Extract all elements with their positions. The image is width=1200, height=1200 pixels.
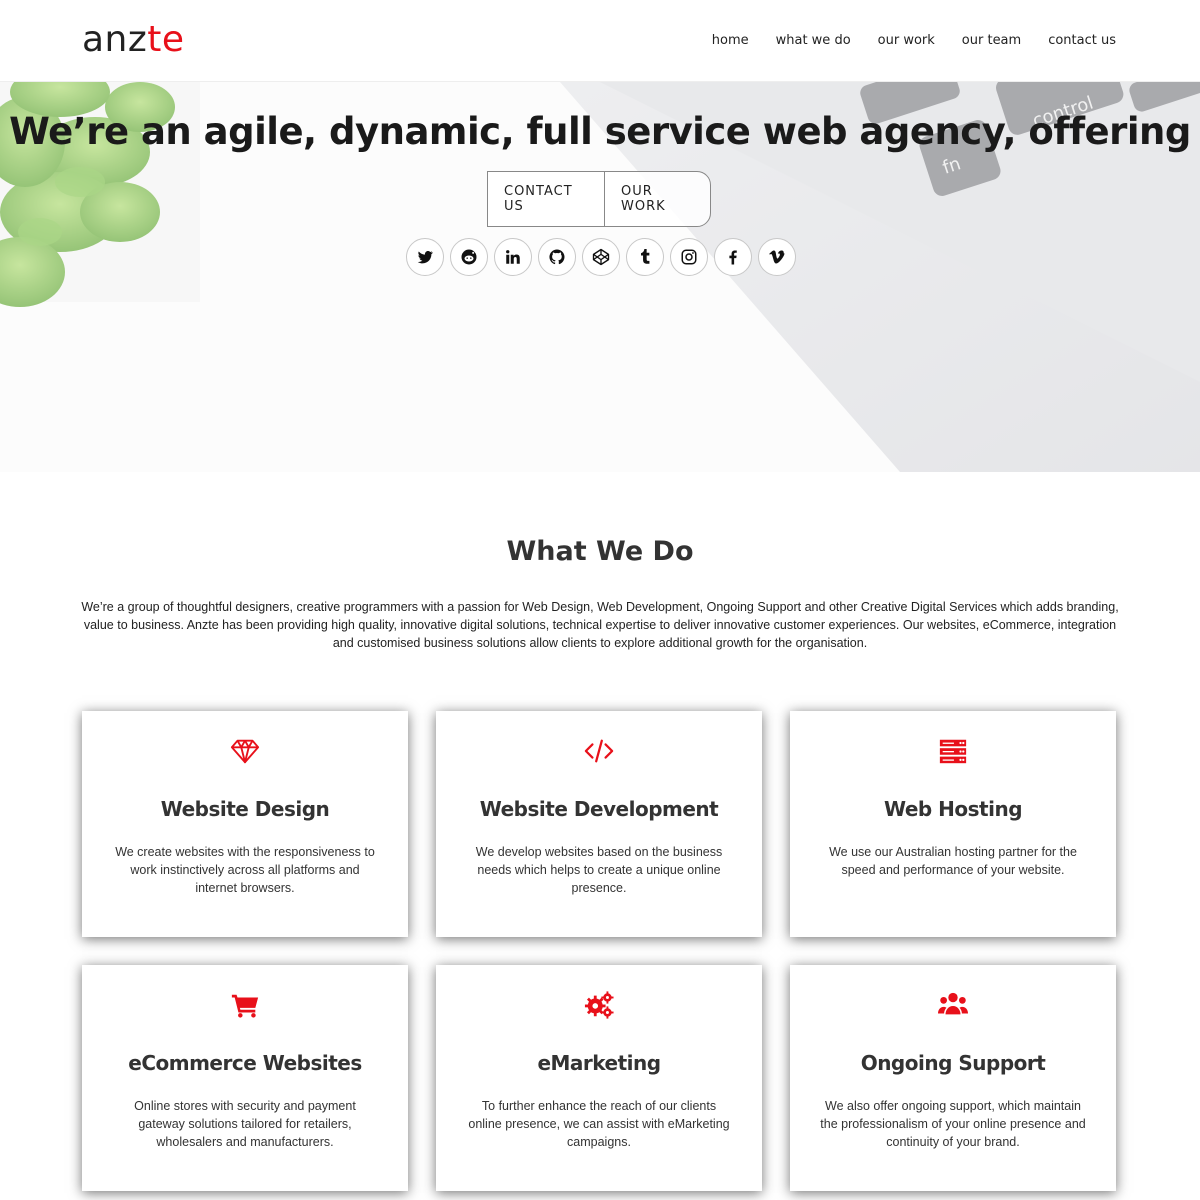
service-card-ongoing-support: Ongoing Support We also offer ongoing su… [790, 965, 1116, 1191]
vimeo-icon [769, 250, 785, 264]
codepen-link[interactable] [582, 238, 620, 276]
hero-title: We’re an agile, dynamic, full service we… [9, 110, 1191, 153]
github-link[interactable] [538, 238, 576, 276]
service-title: eMarketing [537, 1051, 661, 1075]
logo-text: anz [82, 19, 148, 60]
service-title: Website Development [479, 797, 719, 821]
service-title: eCommerce Websites [128, 1051, 362, 1075]
reddit-icon [461, 249, 477, 265]
logo-accent-text: te [147, 19, 185, 60]
hero-section: control fn We’re an agile, dynamic, full… [0, 82, 1200, 472]
main-nav: home what we do our work our team contac… [712, 33, 1116, 48]
code-icon [584, 739, 614, 763]
service-description: We also offer ongoing support, which mai… [820, 1099, 1086, 1149]
server-icon [939, 739, 967, 764]
linkedin-icon [506, 250, 520, 264]
contact-us-button[interactable]: CONTACT US [488, 172, 605, 226]
service-description: We use our Australian hosting partner fo… [829, 845, 1077, 877]
nav-what-we-do[interactable]: what we do [776, 33, 851, 48]
service-card-emarketing: eMarketing To further enhance the reach … [436, 965, 762, 1191]
nav-home[interactable]: home [712, 33, 749, 48]
service-title: Web Hosting [883, 797, 1023, 821]
facebook-icon [729, 250, 737, 265]
service-title: Website Design [160, 797, 330, 821]
section-title-what-we-do: What We Do [506, 536, 694, 567]
social-links [406, 238, 796, 276]
service-card-ecommerce: eCommerce Websites Online stores with se… [82, 965, 408, 1191]
service-title: Ongoing Support [860, 1051, 1046, 1075]
reddit-link[interactable] [450, 238, 488, 276]
site-header: anzte home what we do our work our team … [0, 0, 1200, 82]
codepen-icon [592, 248, 610, 266]
vimeo-link[interactable] [758, 238, 796, 276]
twitter-link[interactable] [406, 238, 444, 276]
service-card-website-design: Website Design We create websites with t… [82, 711, 408, 937]
cart-icon [231, 994, 259, 1018]
tumblr-link[interactable] [626, 238, 664, 276]
facebook-link[interactable] [714, 238, 752, 276]
instagram-link[interactable] [670, 238, 708, 276]
diamond-icon [230, 739, 260, 764]
nav-our-work[interactable]: our work [878, 33, 935, 48]
our-work-button[interactable]: OUR WORK [605, 172, 710, 226]
nav-our-team[interactable]: our team [962, 33, 1021, 48]
linkedin-link[interactable] [494, 238, 532, 276]
gears-icon [584, 991, 614, 1019]
instagram-icon [681, 249, 697, 265]
twitter-icon [417, 251, 433, 264]
users-icon [938, 992, 968, 1015]
service-card-website-development: Website Development We develop websites … [436, 711, 762, 937]
service-description: We develop websites based on the busines… [475, 845, 723, 895]
service-description: Online stores with security and payment … [134, 1099, 356, 1149]
service-card-web-hosting: Web Hosting We use our Australian hostin… [790, 711, 1116, 937]
service-description: We create websites with the responsivene… [115, 845, 375, 895]
nav-contact-us[interactable]: contact us [1048, 33, 1116, 48]
service-description: To further enhance the reach of our clie… [468, 1099, 730, 1149]
what-we-do-intro: We’re a group of thoughtful designers, c… [81, 600, 1119, 650]
hero-button-group: CONTACT US OUR WORK [487, 171, 711, 227]
tumblr-icon [641, 248, 650, 264]
logo[interactable]: anzte [82, 19, 185, 60]
github-icon [549, 249, 565, 265]
